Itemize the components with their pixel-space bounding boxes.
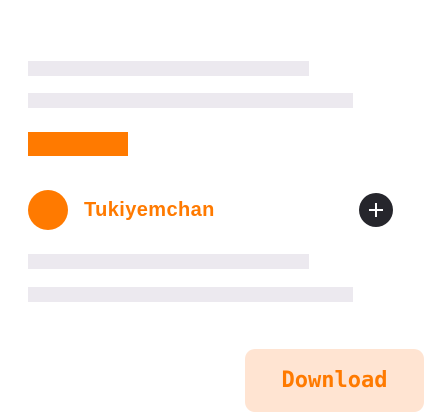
placeholder-line xyxy=(28,61,309,76)
user-row: Tukiyemchan xyxy=(28,190,394,230)
download-button[interactable]: Download xyxy=(245,349,424,412)
username: Tukiyemchan xyxy=(84,199,215,221)
avatar xyxy=(28,190,68,230)
page: Tukiyemchan Download xyxy=(0,0,424,412)
accent-tag xyxy=(28,132,128,156)
placeholder-line xyxy=(28,93,353,108)
placeholder-line xyxy=(28,254,309,269)
placeholder-line xyxy=(28,287,353,302)
add-button[interactable] xyxy=(359,193,393,227)
plus-icon xyxy=(369,203,383,217)
